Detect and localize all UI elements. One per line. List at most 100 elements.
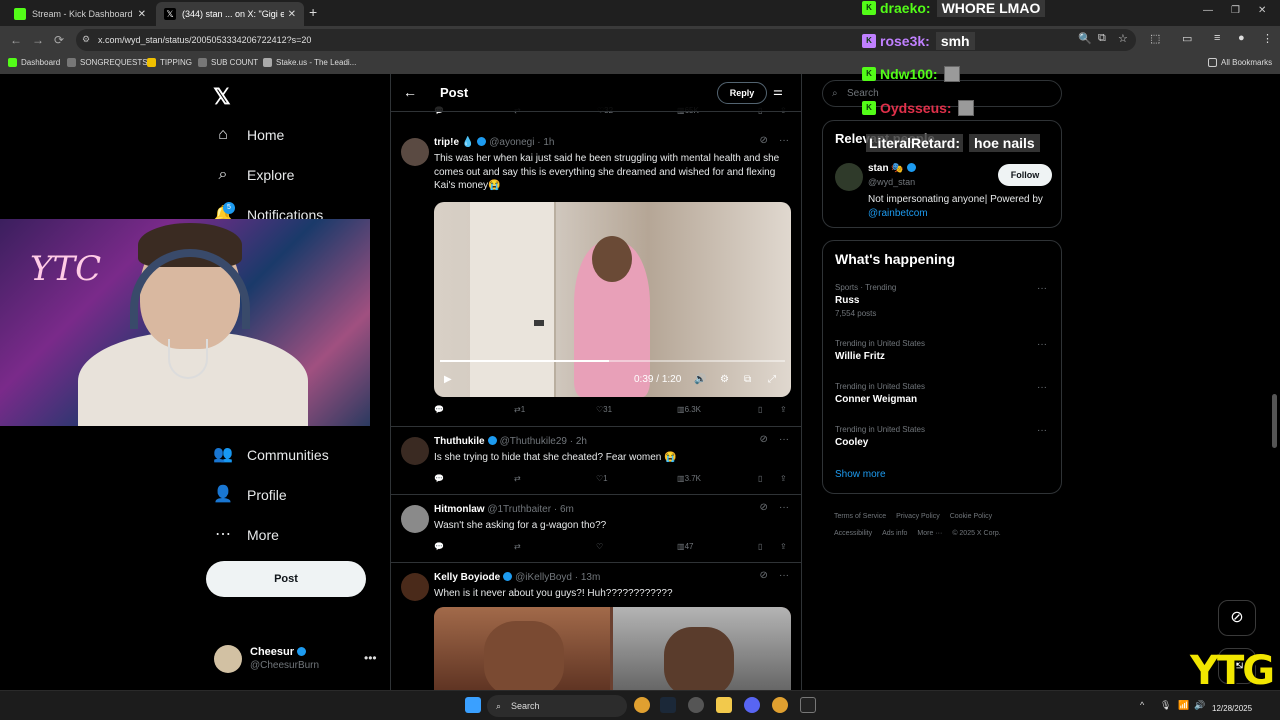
reply-tweet[interactable]: Thuthukile @Thuthukile29 · 2h ⊘ ··· Is sh… [391, 427, 801, 495]
tab-kick-dashboard[interactable]: Stream - Kick Dashboard ✕ [6, 2, 154, 26]
nav-explore[interactable]: ⌕ Explore [213, 165, 295, 185]
footer-link[interactable]: Ads info [882, 530, 907, 537]
repost-action[interactable]: ⇄ 1 [514, 405, 525, 414]
fullscreen-icon[interactable]: ⤢ [768, 374, 776, 385]
close-tab-icon[interactable]: ✕ [138, 9, 146, 20]
more-icon[interactable]: ··· [779, 502, 789, 513]
zoom-icon[interactable]: 🔍 [1078, 32, 1092, 45]
all-bookmarks[interactable]: All Bookmarks [1208, 58, 1272, 67]
bookmark-item[interactable]: SUB COUNT [198, 58, 258, 67]
trend-item[interactable]: Sports · Trending Russ 7,554 posts ··· [835, 283, 1051, 318]
trend-item[interactable]: Trending in United States Willie Fritz ·… [835, 339, 1051, 362]
mic-icon[interactable]: 🎙 [1160, 700, 1171, 711]
gif-media[interactable] [434, 607, 791, 690]
avatar[interactable] [835, 163, 863, 191]
bookmark-item[interactable]: TIPPING [147, 58, 192, 67]
close-window-icon[interactable]: ✕ [1258, 5, 1266, 16]
video-progress-bar[interactable] [440, 360, 785, 362]
bookmark-icon[interactable]: ▯ [758, 405, 762, 414]
app-icon[interactable] [800, 697, 816, 713]
share-icon[interactable]: ⇪ [780, 474, 787, 483]
author-name[interactable]: trip!e [434, 137, 459, 148]
nav-more[interactable]: ⋯ More [213, 525, 279, 545]
grok-float-icon[interactable]: ⊘ [1218, 600, 1256, 636]
bookmark-item[interactable]: Stake.us - The Leadi... [263, 58, 356, 67]
views-action[interactable]: ▥ 6.3K [677, 405, 701, 414]
nav-communities[interactable]: 👥 Communities [213, 445, 329, 465]
grok-icon[interactable]: ⊘ [759, 434, 767, 445]
volume-icon[interactable]: 🔊 [694, 374, 706, 385]
bookmark-item[interactable]: Dashboard [8, 58, 60, 67]
account-switcher[interactable]: Cheesur @CheesurBurn ••• [214, 645, 377, 675]
sidebar-icon[interactable]: ▭ [1182, 32, 1192, 45]
show-more-link[interactable]: Show more [835, 469, 886, 480]
person-name[interactable]: stan 🎭 [868, 163, 916, 174]
more-icon[interactable]: ··· [1037, 425, 1047, 436]
tweet-time[interactable]: 13m [581, 572, 600, 583]
bio-link[interactable]: @rainbetcom [868, 208, 928, 219]
footer-link[interactable]: More ··· [917, 530, 942, 537]
more-icon[interactable]: ··· [779, 135, 789, 146]
minimize-icon[interactable]: — [1203, 5, 1213, 16]
extensions-icon[interactable]: ⬚ [1150, 32, 1160, 45]
footer-link[interactable]: Privacy Policy [896, 513, 940, 520]
tab-x-post[interactable]: 𝕏 (344) stan ... on X: "Gigi e... ✕ [156, 2, 304, 26]
new-tab-icon[interactable]: + [309, 4, 317, 20]
author-handle[interactable]: @iKellyBoyd [515, 572, 572, 583]
author-handle[interactable]: @1Truthbaiter [487, 504, 551, 515]
more-icon[interactable]: ··· [779, 434, 789, 445]
install-icon[interactable]: ⧉ [1098, 32, 1106, 45]
more-icon[interactable]: ··· [779, 570, 789, 581]
like-icon[interactable]: ♡ [596, 542, 603, 551]
profile-avatar-icon[interactable]: ● [1238, 32, 1245, 44]
trend-item[interactable]: Trending in United States Conner Weigman… [835, 382, 1051, 405]
site-info-icon[interactable]: ⚙ [82, 34, 90, 45]
nav-home[interactable]: ⌂ Home [213, 125, 284, 145]
more-icon[interactable]: ··· [1037, 382, 1047, 393]
post-button[interactable]: Post [206, 561, 366, 597]
author-handle[interactable]: @Thuthukile29 [500, 436, 567, 447]
reply-icon[interactable]: 💬 [434, 405, 444, 414]
follow-button[interactable]: Follow [998, 164, 1052, 186]
obs-icon[interactable] [688, 697, 704, 713]
reply-icon[interactable]: 💬 [434, 542, 444, 551]
chrome-icon[interactable] [772, 697, 788, 713]
discord-icon[interactable] [744, 697, 760, 713]
more-icon[interactable]: ••• [364, 651, 377, 665]
forward-icon[interactable]: → [32, 33, 44, 47]
x-logo-icon[interactable]: 𝕏 [213, 84, 231, 110]
share-icon[interactable]: ⇪ [780, 405, 787, 414]
author-handle[interactable]: @ayonegi [489, 137, 534, 148]
grok-icon[interactable]: ⊘ [759, 135, 767, 146]
bookmark-star-icon[interactable]: ☆ [1118, 32, 1128, 45]
repost-icon[interactable]: ⇄ [514, 474, 521, 483]
browser-menu-icon[interactable]: ⋮ [1262, 32, 1273, 45]
trend-item[interactable]: Trending in United States Cooley ··· [835, 425, 1051, 448]
repost-icon[interactable]: ⇄ [514, 542, 521, 551]
bookmark-icon[interactable]: ▯ [758, 474, 762, 483]
wifi-icon[interactable]: 📶 [1178, 700, 1189, 711]
steam-icon[interactable] [660, 697, 676, 713]
footer-link[interactable]: Accessibility [834, 530, 872, 537]
tweet-time[interactable]: 1h [543, 137, 554, 148]
sliders-icon[interactable]: ⚌ [773, 85, 783, 98]
reply-tweet[interactable]: Hitmonlaw @1Truthbaiter · 6m ⊘ ··· Wasn'… [391, 495, 801, 563]
nav-profile[interactable]: 👤 Profile [213, 485, 287, 505]
address-bar[interactable]: ⚙ x.com/wyd_stan/status/2005053334206722… [76, 29, 1136, 51]
taskbar-search[interactable]: ⌕ Search [487, 695, 627, 717]
video-player[interactable]: ▶ 0:39 / 1:20 🔊 ⚙ ⧉ ⤢ [434, 202, 791, 397]
grok-icon[interactable]: ⊘ [759, 570, 767, 581]
reply-icon[interactable]: 💬 [434, 474, 444, 483]
footer-link[interactable]: Cookie Policy [950, 513, 992, 520]
more-icon[interactable]: ··· [1037, 339, 1047, 350]
file-explorer-icon[interactable] [716, 697, 732, 713]
grok-icon[interactable]: ⊘ [759, 502, 767, 513]
settings-gear-icon[interactable]: ⚙ [720, 374, 729, 385]
play-icon[interactable]: ▶ [444, 374, 452, 385]
windows-start-icon[interactable] [465, 697, 481, 713]
tweet-time[interactable]: 2h [576, 436, 587, 447]
volume-icon[interactable]: 🔊 [1194, 700, 1205, 711]
more-icon[interactable]: ··· [1037, 283, 1047, 294]
reply-tweet[interactable]: Kelly Boyiode @iKellyBoyd · 13m ⊘ ··· Whe… [391, 563, 801, 690]
views-action[interactable]: ▥ 3.7K [677, 474, 701, 483]
